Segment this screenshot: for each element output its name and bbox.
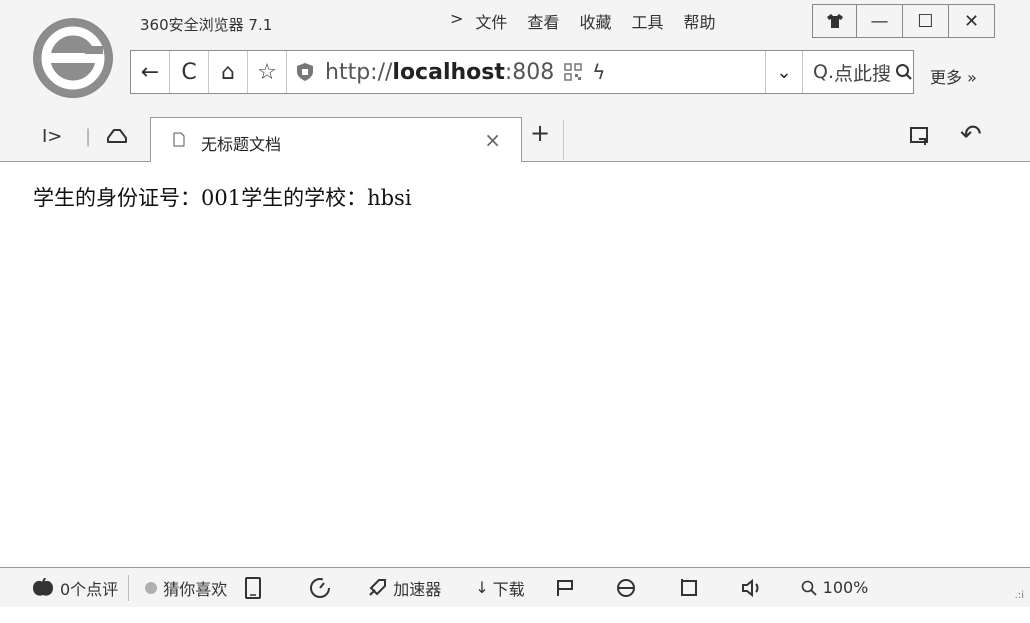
new-tab-separator [563, 120, 564, 160]
download-label: 下载 [492, 579, 525, 599]
page-content: 学生的身份证号：001学生的学校：hbsi [0, 162, 1030, 567]
skin-icon [826, 14, 843, 28]
menu-file[interactable]: 文件 [475, 9, 507, 33]
guess-item[interactable]: 猜你喜欢 [145, 576, 227, 600]
download-button[interactable]: ↓ 下载 [475, 576, 524, 600]
status-separator [128, 574, 130, 601]
speed-button[interactable] [309, 577, 331, 599]
browser-window: 360安全浏览器 7.1 > 文件 查看 收藏 工具 帮助 — ☐ ✕ ← C … [0, 0, 1030, 623]
back-button[interactable]: ← [131, 51, 170, 93]
mobile-button[interactable] [245, 576, 262, 599]
review-item[interactable]: 0个点评 [32, 576, 118, 600]
accelerator-button[interactable]: 加速器 [367, 576, 441, 600]
window-icon [680, 578, 697, 596]
menu-expand-arrow[interactable]: > [450, 9, 463, 33]
dot-icon [145, 581, 158, 594]
app-title: 360安全浏览器 7.1 [140, 16, 273, 34]
undo-close-tab-icon[interactable]: ↶ [960, 120, 982, 150]
sound-button[interactable] [741, 578, 765, 598]
ie-mode-button[interactable] [615, 577, 637, 599]
tab-bar: I> | 无标题文档 × ↶ [0, 112, 1030, 162]
separator: | [85, 126, 92, 147]
refresh-button[interactable]: C [170, 51, 209, 93]
flag-icon [556, 579, 573, 596]
zoom-control[interactable]: 100% [801, 578, 869, 597]
more-button[interactable]: 更多 » [930, 64, 977, 88]
url-dropdown-button[interactable]: ⌄ [764, 51, 803, 93]
menu-tools[interactable]: 工具 [631, 9, 663, 33]
bottom-strip [0, 607, 1030, 623]
screenshot-button[interactable] [679, 578, 699, 598]
page-text: 学生的身份证号：001学生的学校：hbsi [33, 186, 412, 210]
download-arrow-icon: ↓ [475, 578, 489, 597]
resize-grip-icon[interactable]: .:i [1015, 590, 1024, 601]
tab-active[interactable]: 无标题文档 × [150, 117, 522, 162]
review-count: 0个点评 [60, 579, 119, 599]
browser-logo-icon [33, 18, 113, 98]
flag-button[interactable] [555, 578, 575, 598]
menu-help[interactable]: 帮助 [683, 9, 715, 33]
shield-icon [297, 63, 313, 81]
qr-code-icon[interactable] [564, 63, 583, 81]
menu-view[interactable]: 查看 [527, 9, 559, 33]
window-controls: — ☐ ✕ [812, 4, 995, 38]
menu-bar: > 文件 查看 收藏 工具 帮助 [450, 9, 735, 33]
url-text: http://localhost:808 [325, 59, 555, 85]
home-button[interactable]: ⌂ [209, 51, 248, 93]
status-bar: 0个点评 猜你喜欢 加速器 ↓ 下载 100% .:i [0, 567, 1030, 607]
guess-label: 猜你喜欢 [163, 579, 228, 599]
minimize-button[interactable]: — [857, 4, 903, 38]
new-tab-button[interactable]: + [530, 119, 550, 147]
maximize-button[interactable]: ☐ [903, 4, 949, 38]
apple-icon [33, 577, 53, 596]
search-engine-selector[interactable]: Q. [813, 61, 834, 83]
close-window-button[interactable]: ✕ [949, 4, 995, 38]
search-box[interactable]: Q. 点此搜 [803, 59, 913, 86]
speedometer-icon [310, 577, 331, 598]
zoom-level: 100% [822, 578, 869, 597]
url-field[interactable]: http://localhost:808 ϟ [287, 51, 755, 93]
phone-icon [245, 576, 262, 599]
skin-button[interactable] [812, 4, 857, 38]
address-toolbar: ← C ⌂ ☆ http://localhost:808 ϟ ⌄ Q. 点此搜 [130, 50, 914, 94]
ie-icon [616, 578, 635, 597]
restore-icon[interactable] [910, 127, 930, 147]
title-bar: 360安全浏览器 7.1 > 文件 查看 收藏 工具 帮助 — ☐ ✕ ← C … [0, 0, 1030, 112]
speaker-icon [741, 578, 759, 597]
menu-favorites[interactable]: 收藏 [579, 9, 611, 33]
sidebar-toggle-icon[interactable]: I> [42, 126, 62, 147]
search-placeholder: 点此搜 [833, 62, 891, 85]
lightning-icon[interactable]: ϟ [592, 60, 605, 84]
favorite-button[interactable]: ☆ [248, 51, 287, 93]
cloud-icon[interactable] [106, 128, 128, 144]
accelerator-label: 加速器 [393, 579, 442, 599]
rocket-icon [369, 578, 387, 596]
tab-close-button[interactable]: × [484, 128, 501, 152]
search-icon[interactable] [895, 63, 913, 81]
document-icon [173, 132, 185, 147]
tab-title: 无标题文档 [201, 135, 282, 154]
zoom-icon [801, 580, 817, 596]
